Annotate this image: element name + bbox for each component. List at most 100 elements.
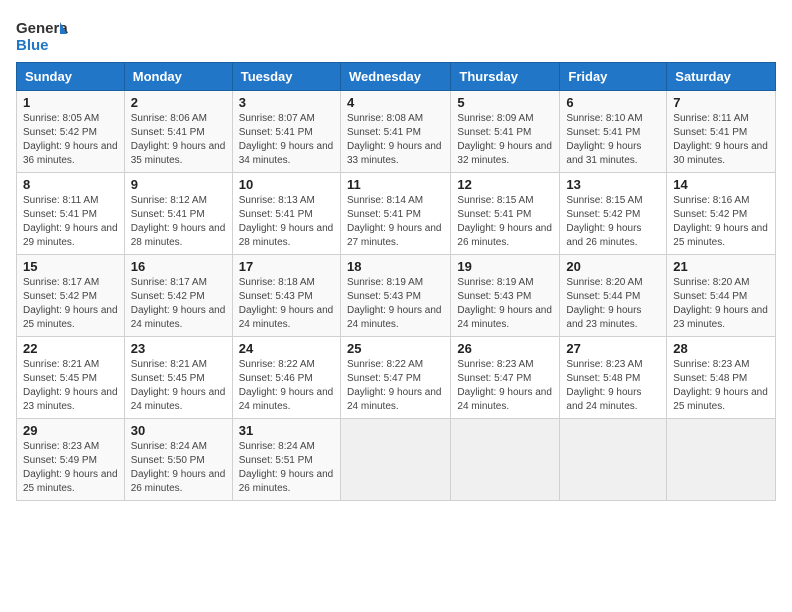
day-info: Sunrise: 8:11 AMSunset: 5:41 PMDaylight:… [23,194,118,250]
header: GeneralBlue [16,16,776,54]
day-number: 2 [131,95,226,110]
day-info: Sunrise: 8:08 AMSunset: 5:41 PMDaylight:… [347,112,444,168]
calendar-table: SundayMondayTuesdayWednesdayThursdayFrid… [16,62,776,501]
logo: GeneralBlue [16,16,68,54]
calendar-cell: 14Sunrise: 8:16 AMSunset: 5:42 PMDayligh… [667,173,776,255]
day-info: Sunrise: 8:20 AMSunset: 5:44 PMDaylight:… [673,276,769,332]
day-info: Sunrise: 8:19 AMSunset: 5:43 PMDaylight:… [457,276,553,332]
calendar-cell [340,419,450,501]
day-info: Sunrise: 8:23 AMSunset: 5:48 PMDaylight:… [566,358,660,414]
header-cell-sunday: Sunday [17,63,125,91]
header-cell-friday: Friday [560,63,667,91]
header-cell-thursday: Thursday [451,63,560,91]
svg-text:Blue: Blue [16,37,49,54]
calendar-cell: 5 Sunrise: 8:09 AMSunset: 5:41 PMDaylight… [451,91,560,173]
calendar-cell: 30 Sunrise: 8:24 AMSunset: 5:50 PMDayligh… [124,419,232,501]
day-number: 17 [239,259,334,274]
day-info: Sunrise: 8:17 AMSunset: 5:42 PMDaylight:… [23,276,118,332]
calendar-cell: 29Sunrise: 8:23 AMSunset: 5:49 PMDayligh… [17,419,125,501]
calendar-cell: 19 Sunrise: 8:19 AMSunset: 5:43 PMDayligh… [451,255,560,337]
day-info: Sunrise: 8:10 AMSunset: 5:41 PMDaylight:… [566,112,660,168]
calendar-week-row: 8 Sunrise: 8:11 AMSunset: 5:41 PMDaylight… [17,173,776,255]
day-number: 26 [457,341,553,356]
calendar-cell: 7Sunrise: 8:11 AMSunset: 5:41 PMDaylight… [667,91,776,173]
day-number: 21 [673,259,769,274]
day-info: Sunrise: 8:12 AMSunset: 5:41 PMDaylight:… [131,194,226,250]
day-number: 9 [131,177,226,192]
day-number: 8 [23,177,118,192]
calendar-cell: 17 Sunrise: 8:18 AMSunset: 5:43 PMDayligh… [232,255,340,337]
calendar-cell [451,419,560,501]
day-number: 4 [347,95,444,110]
day-info: Sunrise: 8:17 AMSunset: 5:42 PMDaylight:… [131,276,226,332]
calendar-cell: 20 Sunrise: 8:20 AMSunset: 5:44 PMDayligh… [560,255,667,337]
header-cell-wednesday: Wednesday [340,63,450,91]
calendar-cell: 9 Sunrise: 8:12 AMSunset: 5:41 PMDaylight… [124,173,232,255]
calendar-cell: 12 Sunrise: 8:15 AMSunset: 5:41 PMDayligh… [451,173,560,255]
day-info: Sunrise: 8:21 AMSunset: 5:45 PMDaylight:… [23,358,118,414]
calendar-cell: 25 Sunrise: 8:22 AMSunset: 5:47 PMDayligh… [340,337,450,419]
day-number: 25 [347,341,444,356]
day-number: 16 [131,259,226,274]
calendar-week-row: 15 Sunrise: 8:17 AMSunset: 5:42 PMDayligh… [17,255,776,337]
day-number: 5 [457,95,553,110]
calendar-cell: 15 Sunrise: 8:17 AMSunset: 5:42 PMDayligh… [17,255,125,337]
day-number: 29 [23,423,118,438]
day-number: 31 [239,423,334,438]
day-info: Sunrise: 8:23 AMSunset: 5:48 PMDaylight:… [673,358,769,414]
day-number: 6 [566,95,660,110]
day-number: 10 [239,177,334,192]
day-info: Sunrise: 8:15 AMSunset: 5:42 PMDaylight:… [566,194,660,250]
calendar-cell: 4 Sunrise: 8:08 AMSunset: 5:41 PMDaylight… [340,91,450,173]
calendar-cell: 6 Sunrise: 8:10 AMSunset: 5:41 PMDaylight… [560,91,667,173]
day-info: Sunrise: 8:22 AMSunset: 5:46 PMDaylight:… [239,358,334,414]
calendar-cell: 2 Sunrise: 8:06 AMSunset: 5:41 PMDaylight… [124,91,232,173]
day-number: 30 [131,423,226,438]
calendar-cell: 31Sunrise: 8:24 AMSunset: 5:51 PMDayligh… [232,419,340,501]
day-info: Sunrise: 8:13 AMSunset: 5:41 PMDaylight:… [239,194,334,250]
calendar-cell: 28 Sunrise: 8:23 AMSunset: 5:48 PMDayligh… [667,337,776,419]
day-info: Sunrise: 8:18 AMSunset: 5:43 PMDaylight:… [239,276,334,332]
calendar-cell: 18Sunrise: 8:19 AMSunset: 5:43 PMDayligh… [340,255,450,337]
calendar-cell: 3 Sunrise: 8:07 AMSunset: 5:41 PMDaylight… [232,91,340,173]
day-info: Sunrise: 8:22 AMSunset: 5:47 PMDaylight:… [347,358,444,414]
calendar-cell [560,419,667,501]
day-info: Sunrise: 8:16 AMSunset: 5:42 PMDaylight:… [673,194,769,250]
calendar-cell: 13 Sunrise: 8:15 AMSunset: 5:42 PMDayligh… [560,173,667,255]
day-number: 24 [239,341,334,356]
calendar-cell: 27 Sunrise: 8:23 AMSunset: 5:48 PMDayligh… [560,337,667,419]
calendar-header-row: SundayMondayTuesdayWednesdayThursdayFrid… [17,63,776,91]
day-number: 15 [23,259,118,274]
calendar-cell: 23Sunrise: 8:21 AMSunset: 5:45 PMDayligh… [124,337,232,419]
day-number: 18 [347,259,444,274]
day-number: 11 [347,177,444,192]
day-number: 20 [566,259,660,274]
day-number: 12 [457,177,553,192]
day-number: 3 [239,95,334,110]
day-info: Sunrise: 8:24 AMSunset: 5:50 PMDaylight:… [131,440,226,496]
calendar-cell: 16 Sunrise: 8:17 AMSunset: 5:42 PMDayligh… [124,255,232,337]
day-info: Sunrise: 8:14 AMSunset: 5:41 PMDaylight:… [347,194,444,250]
day-info: Sunrise: 8:06 AMSunset: 5:41 PMDaylight:… [131,112,226,168]
day-number: 1 [23,95,118,110]
calendar-cell: 26Sunrise: 8:23 AMSunset: 5:47 PMDayligh… [451,337,560,419]
day-info: Sunrise: 8:20 AMSunset: 5:44 PMDaylight:… [566,276,660,332]
day-number: 13 [566,177,660,192]
logo-svg: GeneralBlue [16,16,68,54]
page-container: GeneralBlue SundayMondayTuesdayWednesday… [16,16,776,501]
day-number: 19 [457,259,553,274]
header-cell-tuesday: Tuesday [232,63,340,91]
header-cell-saturday: Saturday [667,63,776,91]
day-number: 27 [566,341,660,356]
day-number: 28 [673,341,769,356]
calendar-cell: 8 Sunrise: 8:11 AMSunset: 5:41 PMDaylight… [17,173,125,255]
day-info: Sunrise: 8:09 AMSunset: 5:41 PMDaylight:… [457,112,553,168]
calendar-cell: 10 Sunrise: 8:13 AMSunset: 5:41 PMDayligh… [232,173,340,255]
calendar-cell: 21 Sunrise: 8:20 AMSunset: 5:44 PMDayligh… [667,255,776,337]
calendar-week-row: 22 Sunrise: 8:21 AMSunset: 5:45 PMDayligh… [17,337,776,419]
day-info: Sunrise: 8:15 AMSunset: 5:41 PMDaylight:… [457,194,553,250]
day-info: Sunrise: 8:11 AMSunset: 5:41 PMDaylight:… [673,112,769,168]
day-number: 22 [23,341,118,356]
day-info: Sunrise: 8:07 AMSunset: 5:41 PMDaylight:… [239,112,334,168]
calendar-cell: 1Sunrise: 8:05 AMSunset: 5:42 PMDaylight… [17,91,125,173]
